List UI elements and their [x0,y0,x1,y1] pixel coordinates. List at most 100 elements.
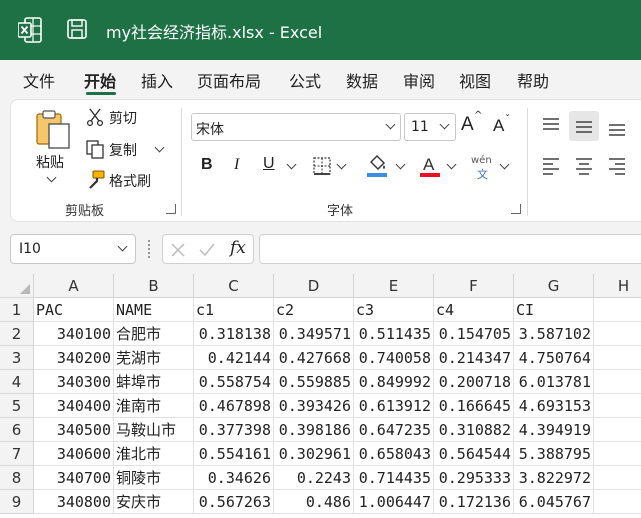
tab-formulas[interactable]: 公式 [289,68,321,92]
cell[interactable]: 340100 [34,322,114,346]
cell[interactable]: 马鞍山市 [114,418,194,442]
cell[interactable]: 安庆市 [114,490,194,514]
paste-dropdown-icon[interactable] [46,172,57,183]
column-header-d[interactable]: D [274,274,354,298]
format-painter-icon[interactable] [85,170,105,190]
cell[interactable] [594,466,641,490]
cell[interactable]: 0.154705 [434,322,514,346]
align-right-icon[interactable] [607,157,627,175]
cell[interactable]: 3.587102 [514,322,594,346]
font-dialog-launcher-icon[interactable] [511,204,521,214]
fill-color-icon[interactable] [366,153,388,179]
cell[interactable]: 0.318138 [194,322,274,346]
clipboard-dialog-launcher-icon[interactable] [166,204,176,214]
enter-icon[interactable] [198,242,216,258]
font-color-icon[interactable]: A [419,153,441,179]
paste-button-label[interactable]: 粘贴 [36,152,64,172]
bold-icon[interactable]: B [201,156,213,174]
cell[interactable]: 4.394919 [514,418,594,442]
cell[interactable]: 0.310882 [434,418,514,442]
column-header-e[interactable]: E [354,274,434,298]
cell[interactable]: 0.554161 [194,442,274,466]
cell[interactable]: CI [514,298,594,322]
cell[interactable]: 铜陵市 [114,466,194,490]
cell[interactable]: 340200 [34,346,114,370]
font-color-dropdown-icon[interactable] [446,159,457,170]
cell[interactable] [594,322,641,346]
copy-button[interactable]: 复制 [109,140,137,160]
cell[interactable]: 340600 [34,442,114,466]
cell[interactable]: 4.693153 [514,394,594,418]
cell[interactable]: 0.658043 [354,442,434,466]
italic-icon[interactable]: I [234,156,239,174]
cell[interactable]: 6.045767 [514,490,594,514]
cell[interactable]: 340700 [34,466,114,490]
cell[interactable]: 淮北市 [114,442,194,466]
cell[interactable]: 0.172136 [434,490,514,514]
cell[interactable] [594,346,641,370]
cell[interactable]: 0.2243 [274,466,354,490]
column-header-b[interactable]: B [114,274,194,298]
cut-icon[interactable] [86,108,104,126]
copy-dropdown-icon[interactable] [154,142,165,153]
phonetic-dropdown-icon[interactable] [499,159,510,170]
cell[interactable]: 3.822972 [514,466,594,490]
cell[interactable]: PAC [34,298,114,322]
align-top-icon[interactable] [541,116,561,134]
tab-insert[interactable]: 插入 [141,68,173,92]
cell[interactable]: NAME [114,298,194,322]
cell[interactable]: 0.849992 [354,370,434,394]
align-left-icon[interactable] [541,157,561,175]
tab-review[interactable]: 审阅 [403,68,435,92]
cell[interactable]: 蚌埠市 [114,370,194,394]
cell[interactable]: 0.166645 [434,394,514,418]
cell[interactable]: c1 [194,298,274,322]
row-header[interactable]: 7 [0,442,34,466]
row-header[interactable]: 8 [0,466,34,490]
borders-icon[interactable] [312,156,332,176]
cell[interactable]: 0.34626 [194,466,274,490]
cell[interactable]: 0.511435 [354,322,434,346]
cell[interactable]: 0.567263 [194,490,274,514]
cell[interactable]: c4 [434,298,514,322]
cancel-icon[interactable] [170,242,186,258]
cell[interactable]: 0.302961 [274,442,354,466]
cell[interactable]: 5.388795 [514,442,594,466]
cell[interactable] [594,298,641,322]
column-header-a[interactable]: A [34,274,114,298]
align-bottom-icon[interactable] [607,120,627,138]
fill-color-dropdown-icon[interactable] [395,159,406,170]
borders-dropdown-icon[interactable] [336,159,347,170]
formula-input[interactable] [259,234,641,264]
cell[interactable]: 0.613912 [354,394,434,418]
cell[interactable]: 0.558754 [194,370,274,394]
column-header-g[interactable]: G [514,274,594,298]
column-header-c[interactable]: C [194,274,274,298]
underline-icon[interactable]: U [263,155,275,173]
cell[interactable]: 6.013781 [514,370,594,394]
cut-button[interactable]: 剪切 [109,108,137,128]
column-header-h[interactable]: H [594,274,641,298]
cell[interactable] [594,394,641,418]
insert-function-icon[interactable]: fx [230,238,246,258]
row-header[interactable]: 4 [0,370,34,394]
row-header[interactable]: 1 [0,298,34,322]
cell[interactable]: 0.398186 [274,418,354,442]
cell[interactable]: c2 [274,298,354,322]
row-header[interactable]: 9 [0,490,34,514]
cell[interactable]: c3 [354,298,434,322]
cell[interactable]: 340500 [34,418,114,442]
cell[interactable]: 340800 [34,490,114,514]
align-center-icon[interactable] [574,157,594,175]
cell[interactable]: 4.750764 [514,346,594,370]
row-header[interactable]: 6 [0,418,34,442]
formula-bar-grip[interactable] [148,240,151,258]
row-header[interactable]: 5 [0,394,34,418]
cell[interactable]: 合肥市 [114,322,194,346]
cell[interactable]: 0.200718 [434,370,514,394]
cell[interactable]: 0.377398 [194,418,274,442]
cell[interactable] [594,418,641,442]
column-header-f[interactable]: F [434,274,514,298]
font-size-select[interactable]: 11 [404,113,456,141]
name-box[interactable]: I10 [10,234,136,264]
